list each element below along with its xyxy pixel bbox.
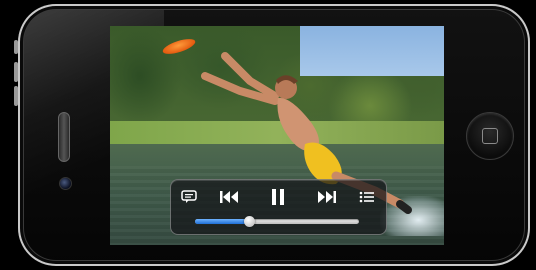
home-button[interactable] (466, 112, 514, 160)
subtitles-button[interactable] (179, 186, 199, 208)
front-camera (59, 177, 72, 190)
skip-forward-icon (318, 191, 336, 203)
video-screen[interactable] (110, 26, 444, 245)
volume-down-button (14, 86, 18, 106)
speech-bubble-icon (181, 190, 197, 203)
mute-switch (14, 40, 18, 54)
previous-button[interactable] (217, 186, 241, 208)
progress-scrubber[interactable] (195, 216, 359, 227)
pause-icon (272, 189, 284, 205)
earpiece-speaker (58, 112, 70, 162)
progress-fill (195, 219, 250, 224)
volume-up-button (14, 62, 18, 82)
skip-back-icon (220, 191, 238, 203)
home-square-icon (482, 128, 498, 144)
progress-knob[interactable] (244, 216, 256, 227)
chapters-button[interactable] (357, 186, 377, 208)
next-button[interactable] (315, 186, 339, 208)
video-controls-overlay (170, 179, 387, 235)
pause-button[interactable] (268, 186, 288, 208)
list-icon (359, 191, 374, 203)
